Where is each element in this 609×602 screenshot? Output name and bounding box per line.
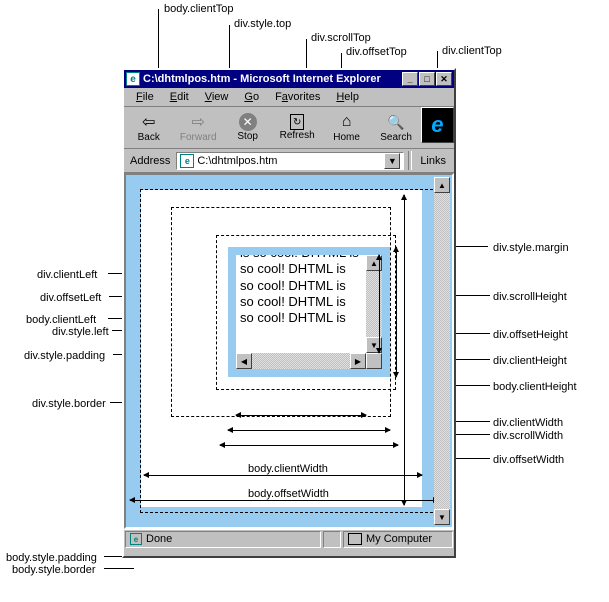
callout-div-offset-width: div.offsetWidth xyxy=(493,454,564,466)
label-body-offset-width: body.offsetWidth xyxy=(248,488,329,500)
callout-div-client-height: div.clientHeight xyxy=(493,355,567,367)
callout-div-style-margin: div.style.margin xyxy=(493,242,569,254)
dhtml-div: is so cool! DHTML is so cool! DHTML is s… xyxy=(228,247,390,377)
close-button[interactable]: ✕ xyxy=(436,72,452,86)
scroll-right-icon[interactable]: ▶ xyxy=(350,353,366,369)
callout-body-style-border: body.style.border xyxy=(12,564,96,576)
callout-body-style-padding: body.style.padding xyxy=(6,552,97,564)
status-zone-pane: My Computer xyxy=(343,531,453,548)
callout-div-style-padding: div.style.padding xyxy=(24,350,105,362)
menubar: File Edit View Go Favorites Help xyxy=(124,88,454,107)
measure-div-client-height xyxy=(379,255,380,353)
address-label: Address xyxy=(128,155,172,167)
titlebar: e C:\dhtmlpos.htm - Microsoft Internet E… xyxy=(124,70,454,88)
callout-div-style-top: div.style.top xyxy=(234,18,291,30)
measure-body-offset-width xyxy=(130,500,438,501)
status-progress-pane xyxy=(323,531,341,548)
measure-body-client-height xyxy=(404,195,405,505)
ie-logo-icon: e xyxy=(421,107,454,143)
stop-label: Stop xyxy=(237,131,258,142)
my-computer-icon xyxy=(348,533,362,545)
refresh-icon: ↻ xyxy=(290,114,304,130)
dhtml-text: is so cool! DHTML is so cool! DHTML is s… xyxy=(236,255,364,326)
ie-document-icon: e xyxy=(126,72,140,86)
back-icon: ⇦ xyxy=(139,112,159,132)
address-bar: Address e C:\dhtmlpos.htm ▼ Links xyxy=(124,149,454,173)
home-button[interactable]: ⌂ Home xyxy=(322,107,371,148)
status-zone-text: My Computer xyxy=(366,533,432,545)
home-label: Home xyxy=(333,132,360,143)
menu-favorites[interactable]: Favorites xyxy=(267,90,328,104)
callout-div-client-top: div.clientTop xyxy=(442,45,502,57)
address-input[interactable]: e C:\dhtmlpos.htm ▼ xyxy=(176,152,404,170)
measure-div-offset-height xyxy=(396,247,397,377)
window-title: C:\dhtmlpos.htm - Microsoft Internet Exp… xyxy=(143,73,402,85)
toolbar: ⇦ Back ⇨ Forward ✕ Stop ↻ Refresh ⌂ Home… xyxy=(124,107,454,149)
maximize-button[interactable]: □ xyxy=(419,72,435,86)
back-button[interactable]: ⇦ Back xyxy=(124,107,173,148)
address-dropdown-icon[interactable]: ▼ xyxy=(384,153,400,169)
forward-label: Forward xyxy=(180,132,217,143)
status-text-pane: e Done xyxy=(125,531,321,548)
measure-div-offset-width xyxy=(220,445,398,446)
home-icon: ⌂ xyxy=(337,112,357,132)
callout-div-style-left: div.style.left xyxy=(52,326,109,338)
minimize-button[interactable]: _ xyxy=(402,72,418,86)
ie-page-icon: e xyxy=(180,154,194,168)
forward-button[interactable]: ⇨ Forward xyxy=(173,107,222,148)
callout-div-scroll-top: div.scrollTop xyxy=(311,32,371,44)
callout-body-client-height: body.clientHeight xyxy=(493,381,577,393)
stop-icon: ✕ xyxy=(239,113,257,131)
statusbar: e Done My Computer xyxy=(124,529,454,548)
body-vertical-scrollbar[interactable]: ▲ ▼ xyxy=(434,177,450,525)
forward-icon: ⇨ xyxy=(188,112,208,132)
document-body-area: is so cool! DHTML is so cool! DHTML is s… xyxy=(124,173,454,529)
callout-div-scroll-height: div.scrollHeight xyxy=(493,291,567,303)
address-value: C:\dhtmlpos.htm xyxy=(197,155,277,167)
refresh-button[interactable]: ↻ Refresh xyxy=(272,107,321,148)
ie-window: e C:\dhtmlpos.htm - Microsoft Internet E… xyxy=(122,68,456,558)
callout-div-offset-top: div.offsetTop xyxy=(346,46,407,58)
scroll-left-icon[interactable]: ◀ xyxy=(236,353,252,369)
separator xyxy=(408,151,412,170)
search-label: Search xyxy=(380,132,412,143)
callout-body-client-top: body.clientTop xyxy=(164,3,234,15)
menu-go[interactable]: Go xyxy=(236,90,267,104)
back-label: Back xyxy=(138,132,160,143)
menu-file[interactable]: File xyxy=(128,90,162,104)
window-controls: _ □ ✕ xyxy=(402,72,452,86)
scroll-corner xyxy=(366,353,382,369)
dhtml-div-viewport: is so cool! DHTML is so cool! DHTML is s… xyxy=(236,255,382,369)
measure-div-client-width xyxy=(236,415,366,416)
line xyxy=(104,568,134,569)
done-icon: e xyxy=(130,533,142,545)
menu-view[interactable]: View xyxy=(197,90,237,104)
scroll-down-icon[interactable]: ▼ xyxy=(434,509,450,525)
search-icon: 🔍 xyxy=(386,112,406,132)
callout-body-client-left: body.clientLeft xyxy=(26,314,96,326)
scroll-up-icon[interactable]: ▲ xyxy=(434,177,450,193)
status-text: Done xyxy=(146,533,172,545)
menu-edit[interactable]: Edit xyxy=(162,90,197,104)
callout-div-offset-height: div.offsetHeight xyxy=(493,329,568,341)
measure-body-client-width xyxy=(144,475,422,476)
search-button[interactable]: 🔍 Search xyxy=(371,107,420,148)
refresh-label: Refresh xyxy=(280,130,315,141)
menu-help[interactable]: Help xyxy=(328,90,367,104)
callout-div-client-width: div.clientWidth xyxy=(493,417,563,429)
callout-div-style-border: div.style.border xyxy=(32,398,106,410)
callout-div-offset-left: div.offsetLeft xyxy=(40,292,101,304)
links-label[interactable]: Links xyxy=(416,155,450,167)
stop-button[interactable]: ✕ Stop xyxy=(223,107,272,148)
label-body-client-width: body.clientWidth xyxy=(248,463,328,475)
measure-div-scroll-width xyxy=(228,430,390,431)
div-horizontal-scrollbar[interactable]: ◀ ▶ xyxy=(236,353,366,369)
callout-div-client-left: div.clientLeft xyxy=(37,269,97,281)
callout-div-scroll-width: div.scrollWidth xyxy=(493,430,563,442)
